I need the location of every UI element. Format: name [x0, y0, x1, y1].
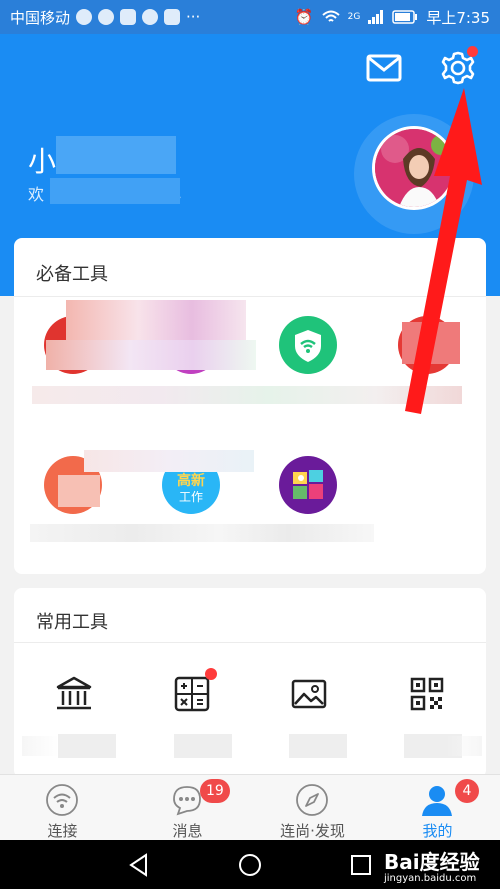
- wifi-shield-icon: [295, 330, 321, 362]
- tool-labels-row-2: [30, 524, 374, 542]
- recents-icon[interactable]: [348, 852, 374, 878]
- signal-icon: [368, 10, 384, 24]
- redacted-welcome: [50, 178, 180, 204]
- message-tab-icon: [173, 786, 201, 816]
- divider: [14, 296, 486, 297]
- app-notification-icon: [120, 9, 137, 25]
- gift-box-icon: [293, 470, 323, 499]
- mail-icon[interactable]: [366, 50, 402, 86]
- calculator-notification-dot: [205, 668, 217, 680]
- baidu-jingyan-watermark: Bai度经验 jingyan.baidu.com: [384, 850, 480, 884]
- home-icon[interactable]: [237, 852, 263, 878]
- tool-labels-row-1: [32, 386, 462, 404]
- app-notification-icon: [98, 9, 115, 25]
- gaoxin-text: 高新: [177, 473, 205, 489]
- redacted-area: [402, 322, 460, 364]
- app-notification-icon: [76, 9, 93, 25]
- status-bar: 中国移动 ··· ⏰ 2G 早上7:35: [0, 0, 500, 34]
- divider: [14, 642, 486, 643]
- qr-code-icon[interactable]: [407, 674, 447, 714]
- tab-discover[interactable]: 连尚·发现: [250, 775, 375, 841]
- wechat-icon: [142, 9, 159, 25]
- mine-badge: 4: [455, 779, 479, 803]
- essential-tools-title: 必备工具: [36, 264, 108, 285]
- messages-badge: 19: [200, 779, 230, 803]
- redacted-area: [46, 340, 256, 370]
- redacted-username: [56, 136, 176, 174]
- user-tab-icon: [422, 786, 452, 816]
- bottom-tab-bar: 连接 消息 19 连尚·发现 我的 4: [0, 774, 500, 840]
- essential-tool-wifi-shield[interactable]: [279, 316, 337, 374]
- avatar[interactable]: [372, 126, 456, 210]
- redacted-area: [66, 300, 246, 340]
- picture-icon[interactable]: [289, 674, 329, 714]
- redacted-area: [84, 450, 254, 472]
- network-type-text: 2G: [347, 12, 361, 22]
- user-name[interactable]: 小: [28, 140, 56, 180]
- back-icon[interactable]: [126, 852, 152, 878]
- label-fade: [22, 736, 482, 756]
- clock-text: 早上7:35: [426, 8, 490, 27]
- more-notifications-icon: ···: [186, 8, 201, 26]
- wifi-status-icon: [321, 10, 340, 22]
- tab-mine-label: 我的: [422, 822, 453, 840]
- settings-notification-dot: [467, 46, 478, 57]
- tab-discover-label: 连尚·发现: [280, 822, 345, 840]
- tab-connect-label: 连接: [47, 822, 78, 840]
- redacted-area: [58, 475, 100, 507]
- battery-icon: [392, 10, 418, 24]
- tiktok-icon: [164, 9, 181, 25]
- bank-icon[interactable]: [54, 674, 94, 714]
- calculator-icon[interactable]: [172, 674, 212, 714]
- carrier-text: 中国移动: [10, 8, 71, 27]
- gongzuo-text: 工作: [178, 490, 203, 504]
- tab-messages-label: 消息: [172, 822, 203, 840]
- compass-tab-icon: [296, 784, 328, 816]
- tab-mine[interactable]: 我的 4: [375, 775, 500, 841]
- wifi-tab-icon: [46, 784, 78, 816]
- tab-messages[interactable]: 消息 19: [125, 775, 250, 841]
- essential-tool-gift[interactable]: [279, 456, 337, 514]
- alarm-icon: ⏰: [294, 8, 314, 26]
- common-tools-title: 常用工具: [36, 612, 108, 633]
- tab-connect[interactable]: 连接: [0, 775, 125, 841]
